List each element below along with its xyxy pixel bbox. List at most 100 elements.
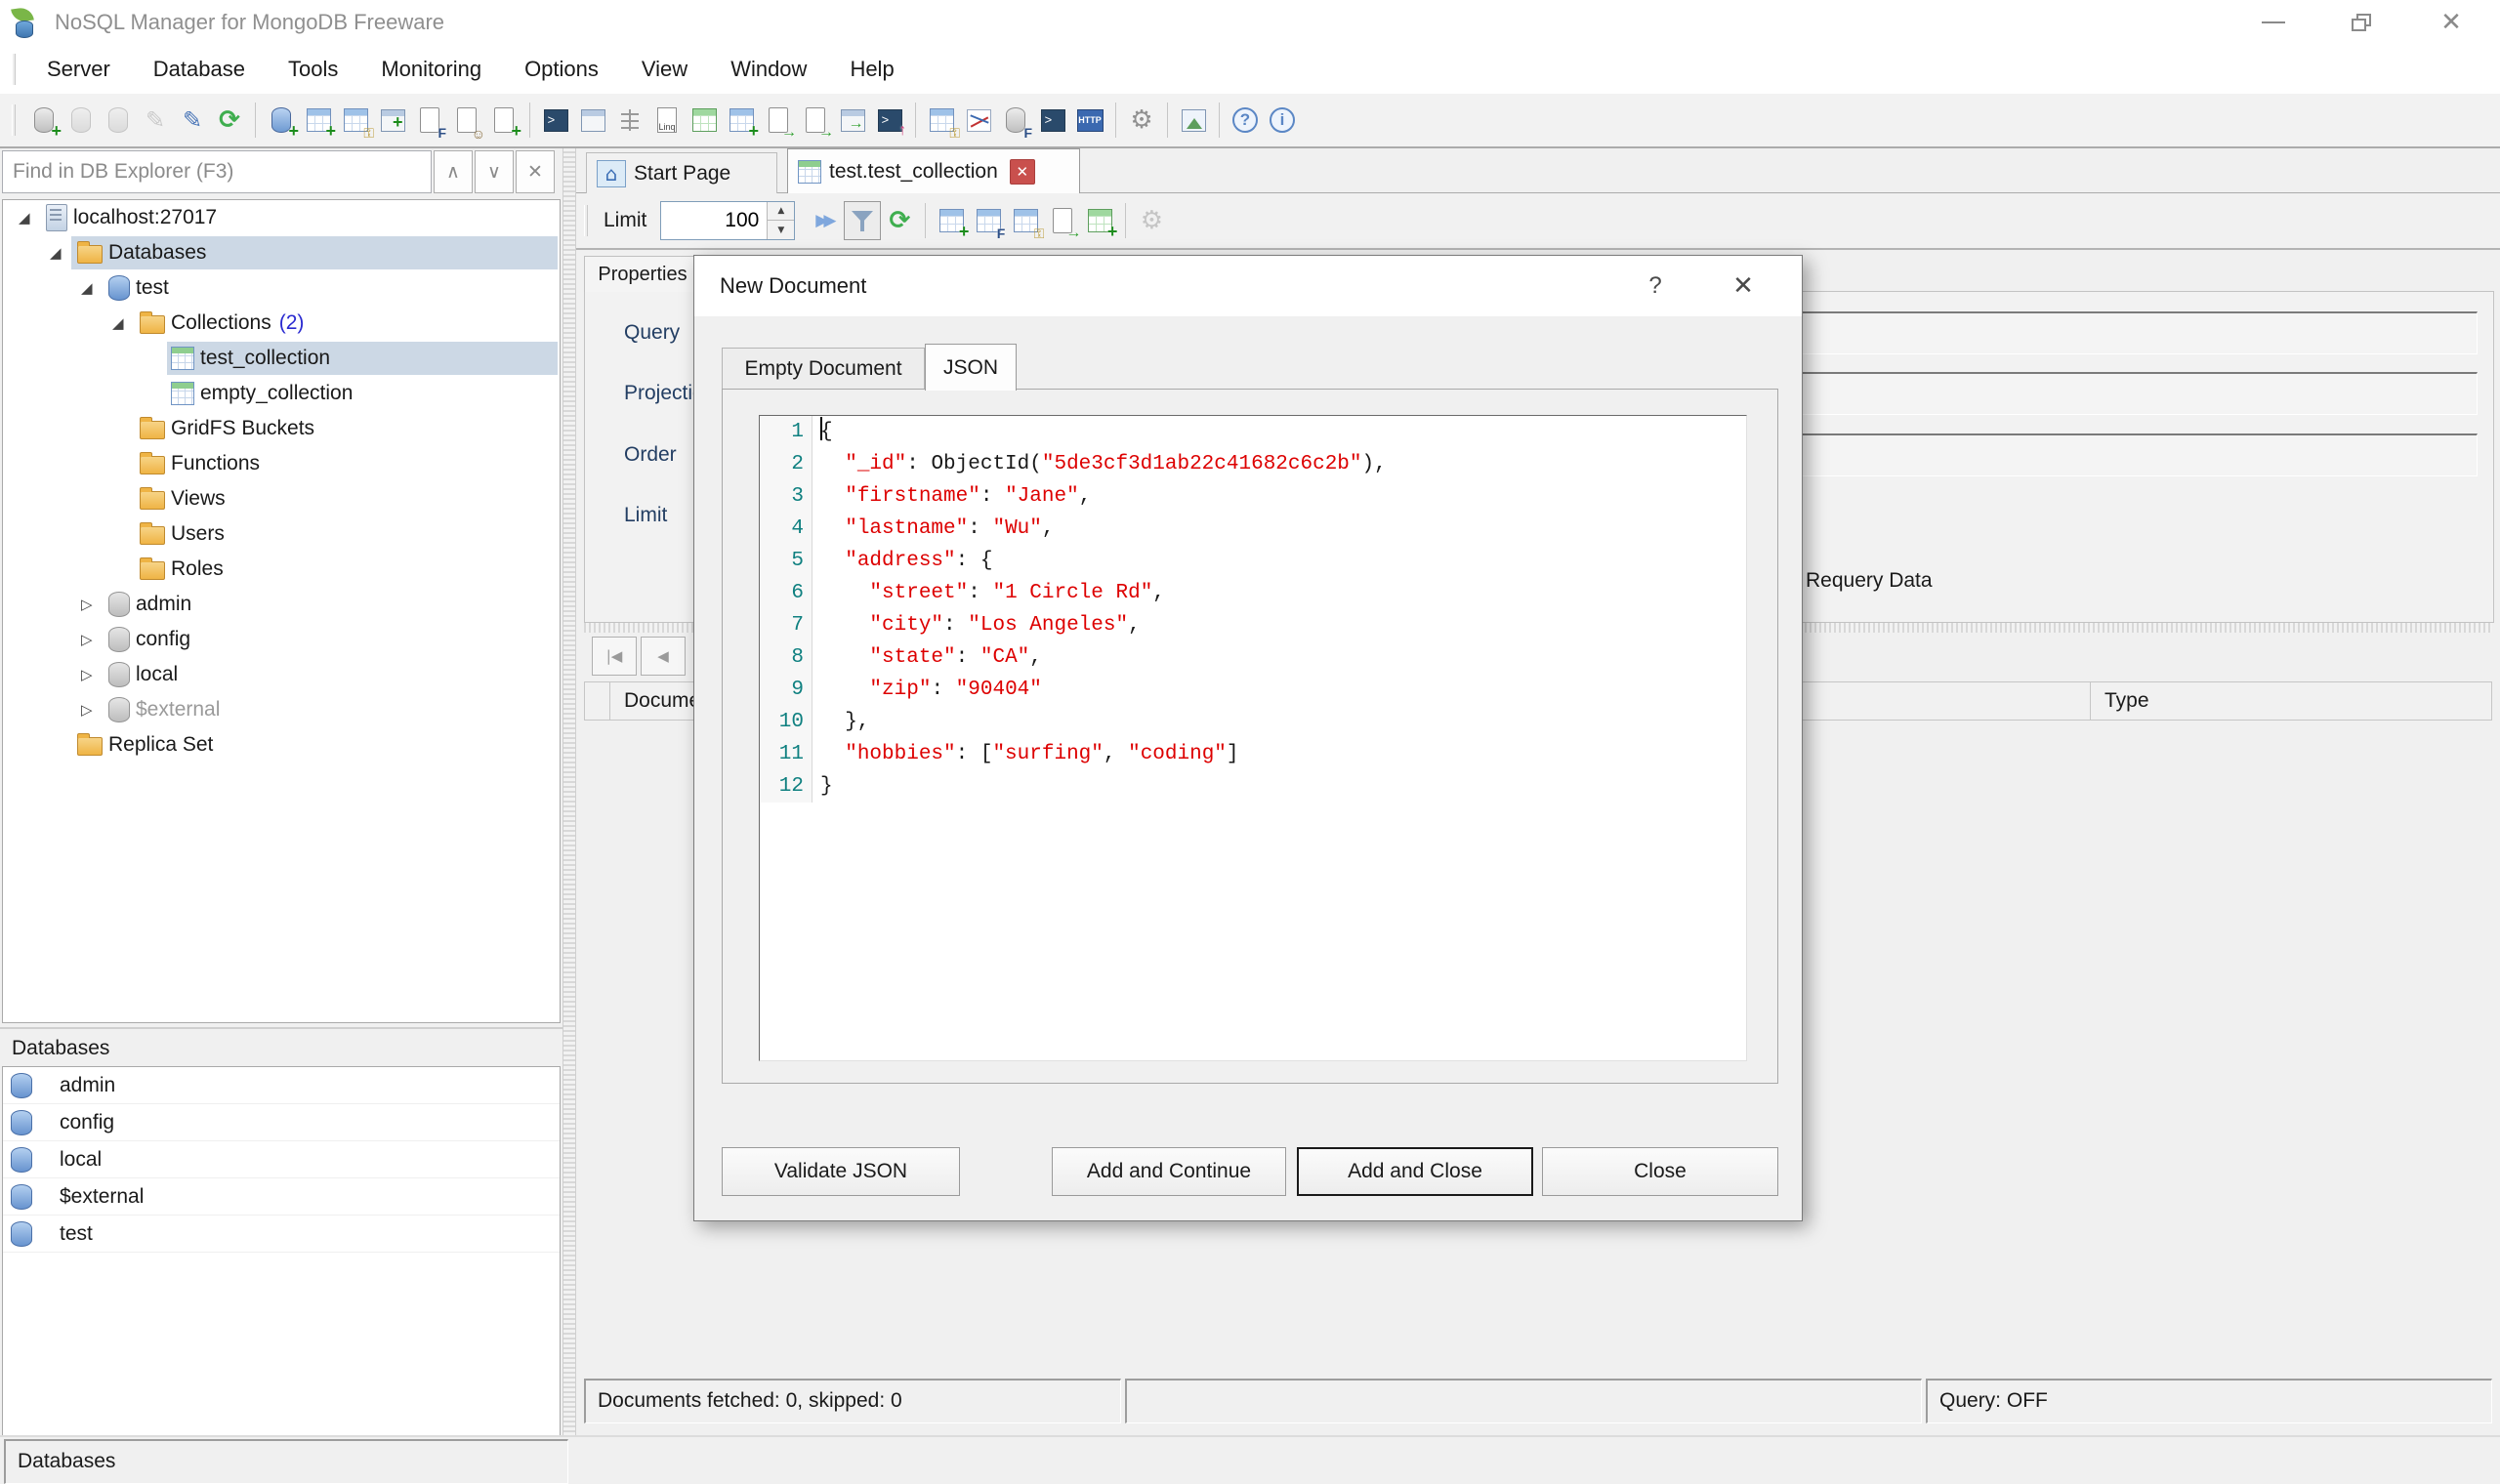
shell-icon[interactable] (537, 101, 574, 140)
tree-item-local-db[interactable]: ▷ local (3, 657, 560, 692)
menu-window[interactable]: Window (709, 45, 828, 94)
nav-prev-button[interactable]: ◀ (641, 637, 686, 676)
tree-item-collections[interactable]: ◢ Collections (2) (3, 306, 560, 341)
tree-item-localhost[interactable]: ◢ localhost:27017 (3, 200, 560, 235)
find-next-button[interactable]: ∨ (475, 150, 514, 193)
tab-start-page[interactable]: ⌂ Start Page (586, 152, 777, 193)
table-editor-icon[interactable] (723, 101, 760, 140)
refresh-query-icon[interactable]: ⟳ (881, 201, 918, 240)
database-list-item-local[interactable]: local (3, 1141, 560, 1178)
nav-first-button[interactable]: |◀ (592, 637, 637, 676)
database-list-item-admin[interactable]: admin (3, 1067, 560, 1104)
tree-item-admin-db[interactable]: ▷ admin (3, 587, 560, 622)
database-list-item-config[interactable]: config (3, 1104, 560, 1141)
new-user-icon[interactable] (448, 101, 485, 140)
edit-server-icon[interactable]: ✎ (137, 101, 174, 140)
disconnect-server-icon[interactable] (62, 101, 100, 140)
menu-monitoring[interactable]: Monitoring (359, 45, 503, 94)
find-close-button[interactable]: ✕ (516, 150, 555, 193)
new-collection-icon[interactable] (300, 101, 337, 140)
close-dialog-button[interactable]: Close (1542, 1147, 1778, 1196)
tree-item-databases[interactable]: ◢ Databases (3, 235, 560, 270)
collapse-arrow-icon[interactable]: ▷ (81, 631, 108, 648)
export-window-icon[interactable] (834, 101, 871, 140)
export-document-icon[interactable] (760, 101, 797, 140)
linq-query-icon[interactable] (648, 101, 686, 140)
tree-item-empty-collection[interactable]: empty_collection (3, 376, 560, 411)
explorer-splitter[interactable] (562, 148, 576, 1437)
new-database-icon[interactable] (263, 101, 300, 140)
tree-item-users[interactable]: Users (3, 516, 560, 552)
restore-button[interactable] (2330, 0, 2393, 45)
collapse-arrow-icon[interactable]: ▷ (81, 701, 108, 719)
tree-view-icon[interactable] (611, 101, 648, 140)
find-input[interactable] (2, 150, 432, 193)
export-results-icon[interactable] (1044, 201, 1081, 240)
database-list-item-test[interactable]: test (3, 1216, 560, 1253)
aggregate-icon[interactable] (686, 101, 723, 140)
about-icon[interactable]: i (1264, 101, 1301, 140)
close-button[interactable]: ✕ (2420, 0, 2482, 45)
insert-document-icon[interactable] (1081, 201, 1118, 240)
add-and-close-button[interactable]: Add and Close (1297, 1147, 1533, 1196)
spin-down-icon[interactable]: ▼ (767, 221, 795, 239)
connect-server-icon[interactable] (25, 101, 62, 140)
new-capped-collection-icon[interactable] (337, 101, 374, 140)
new-view-icon[interactable] (374, 101, 411, 140)
tree-item-replica-set[interactable]: Replica Set (3, 727, 560, 763)
collapse-arrow-icon[interactable]: ▷ (81, 596, 108, 613)
grid-settings-gear-icon[interactable]: ⚙ (1133, 201, 1170, 240)
dialog-close-button[interactable]: ✕ (1714, 256, 1772, 316)
json-editor[interactable]: 1{2 "_id": ObjectId("5de3cf3d1ab22c41682… (759, 415, 1747, 1061)
tree-item-views[interactable]: Views (3, 481, 560, 516)
new-role-icon[interactable] (485, 101, 522, 140)
database-list-item-external[interactable]: $external (3, 1178, 560, 1216)
edit-icon[interactable]: ✎ (174, 101, 211, 140)
add-and-continue-button[interactable]: Add and Continue (1052, 1147, 1286, 1196)
limit-spinner[interactable]: ▲ ▼ (660, 201, 796, 240)
minimize-button[interactable] (2242, 0, 2305, 45)
tree-item-functions[interactable]: Functions (3, 446, 560, 481)
settings-gear-icon[interactable]: ⚙ (1123, 101, 1160, 140)
tab-properties[interactable]: Properties (584, 256, 701, 292)
expand-arrow-icon[interactable]: ◢ (112, 314, 140, 332)
http-api-icon[interactable] (1071, 101, 1108, 140)
collapse-arrow-icon[interactable]: ▷ (81, 666, 108, 683)
tab-json[interactable]: JSON (925, 344, 1017, 391)
tree-item-gridfs[interactable]: GridFS Buckets (3, 411, 560, 446)
menu-help[interactable]: Help (828, 45, 915, 94)
refresh-icon[interactable]: ⟳ (211, 101, 248, 140)
menu-server[interactable]: Server (25, 45, 132, 94)
screenshot-icon[interactable] (1175, 101, 1212, 140)
tab-test-collection[interactable]: test.test_collection ✕ (787, 148, 1080, 193)
new-function-icon[interactable] (411, 101, 448, 140)
tree-item-roles[interactable]: Roles (3, 552, 560, 587)
type-column-header[interactable]: Type (2091, 682, 2491, 720)
dialog-help-button[interactable]: ? (1626, 256, 1685, 316)
validate-json-button[interactable]: Validate JSON (722, 1147, 960, 1196)
save-results-icon[interactable] (933, 201, 970, 240)
limit-input[interactable] (661, 202, 766, 239)
menu-tools[interactable]: Tools (267, 45, 359, 94)
menu-options[interactable]: Options (503, 45, 620, 94)
expand-arrow-icon[interactable]: ◢ (50, 244, 77, 262)
monitoring-chart-icon[interactable] (960, 101, 997, 140)
menu-database[interactable]: Database (132, 45, 267, 94)
requery-data-label[interactable]: Requery Data (1806, 569, 1933, 593)
table-settings-icon[interactable] (923, 101, 960, 140)
fetch-all-icon[interactable]: ▶▶ (807, 201, 844, 240)
tree-item-external-db[interactable]: ▷ $external (3, 692, 560, 727)
shell-import-icon[interactable] (871, 101, 908, 140)
tree-item-config-db[interactable]: ▷ config (3, 622, 560, 657)
tree-item-test-collection[interactable]: test_collection (3, 341, 560, 376)
tab-empty-document[interactable]: Empty Document (722, 348, 925, 390)
console-icon[interactable] (1034, 101, 1071, 140)
filter-icon[interactable] (844, 201, 882, 240)
spin-up-icon[interactable]: ▲ (767, 202, 795, 221)
expand-arrow-icon[interactable]: ◢ (81, 279, 108, 297)
find-prev-button[interactable]: ∧ (434, 150, 473, 193)
help-icon[interactable]: ? (1227, 101, 1264, 140)
table-db-icon[interactable] (1007, 201, 1044, 240)
menu-view[interactable]: View (620, 45, 709, 94)
query-window-icon[interactable] (574, 101, 611, 140)
